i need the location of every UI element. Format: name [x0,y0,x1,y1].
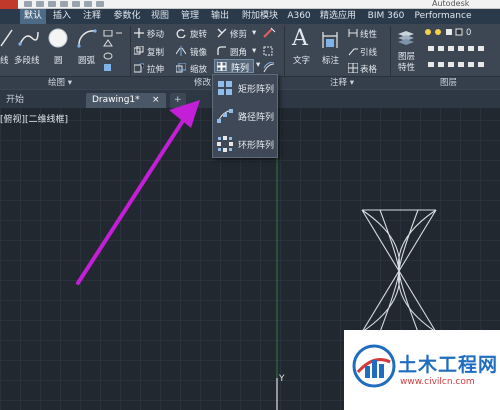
watermark-title: 土木工程网 [398,354,499,376]
rectangular-array-icon [218,81,232,95]
menu-item-rectangular-array[interactable]: 矩形阵列 [213,79,277,97]
array-dropdown-menu: 矩形阵列 路径阵列 环形阵列 [212,74,278,158]
polar-array-icon [217,136,233,152]
polar-array-label: 环形阵列 [238,141,275,151]
watermark-url: www.civilcn.com [400,377,475,387]
path-array-icon [217,109,233,123]
rectangular-array-label: 矩形阵列 [238,85,275,95]
watermark-logo-icon [352,344,396,388]
watermark: 土木工程网 www.civilcn.com [344,330,500,410]
menu-item-path-array[interactable]: 路径阵列 [213,107,277,125]
path-array-label: 路径阵列 [238,113,275,123]
ucs-y-label: Y [279,374,285,384]
annotation-arrow-icon [169,100,200,128]
menu-item-polar-array[interactable]: 环形阵列 [213,135,277,153]
